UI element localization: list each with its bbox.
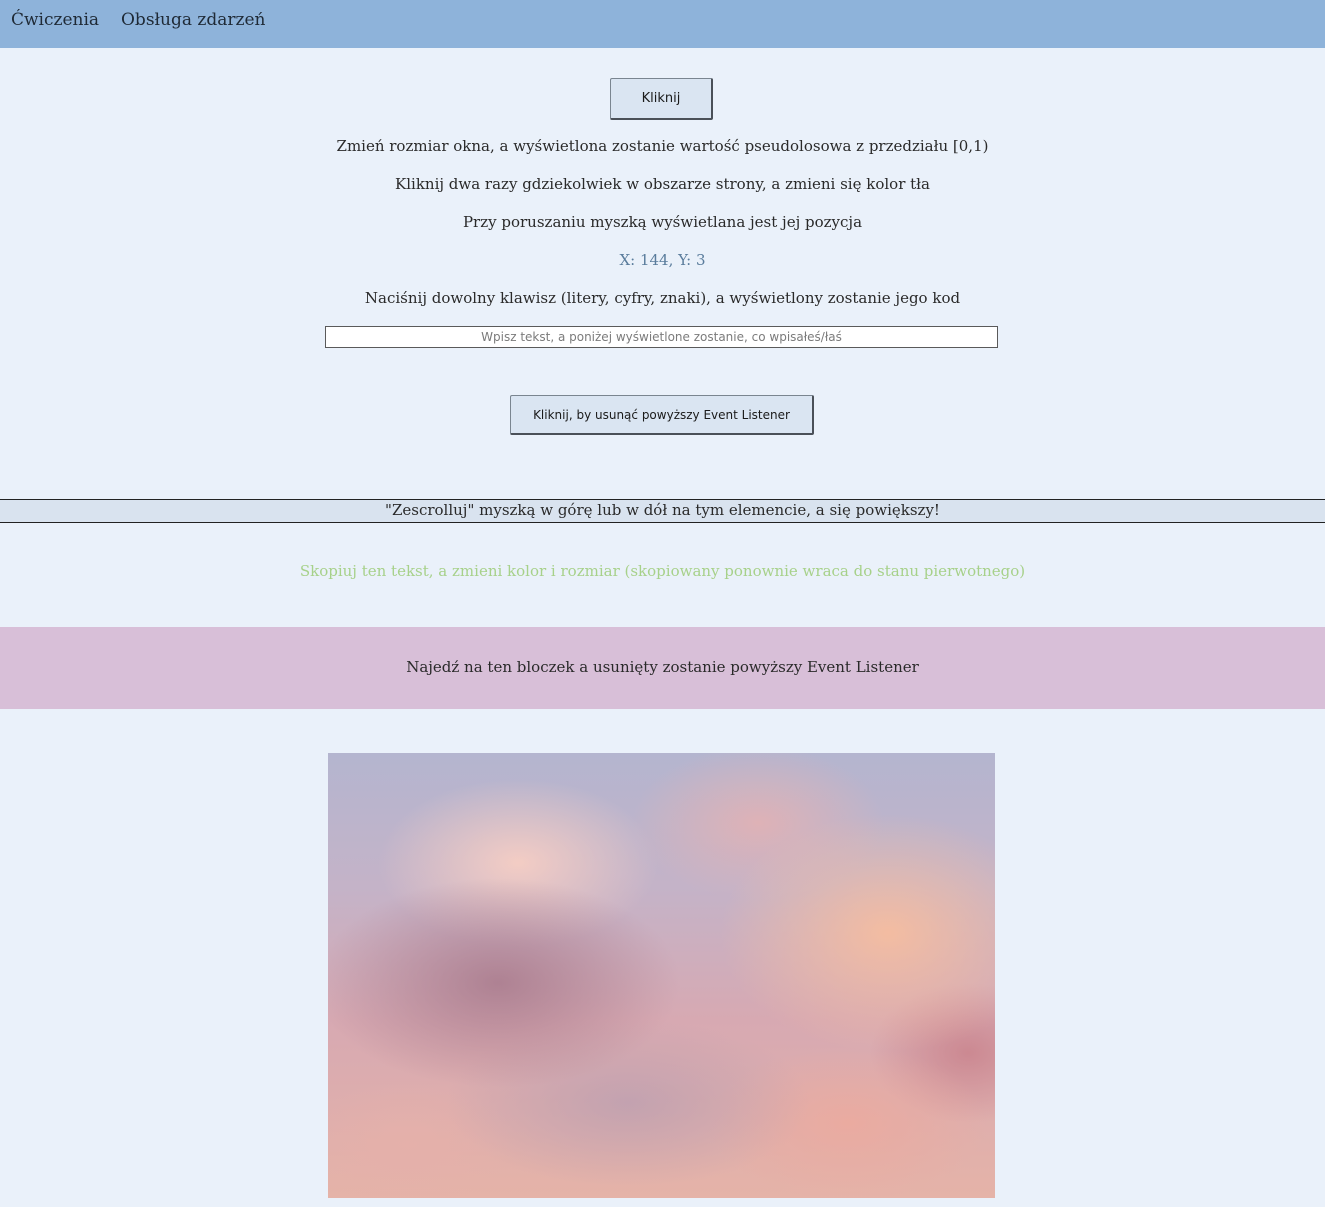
scroll-zoom-box[interactable]: "Zescrolluj" myszką w górę lub w dół na … <box>0 499 1325 523</box>
dblclick-info-text: Kliknij dwa razy gdziekolwiek w obszarze… <box>395 175 930 193</box>
mouse-position-readout: X: 144, Y: 3 <box>619 251 706 269</box>
mousemove-info-text: Przy poruszaniu myszką wyświetlana jest … <box>462 213 863 231</box>
remove-listener-button[interactable]: Kliknij, by usunąć powyższy Event Listen… <box>510 395 814 435</box>
keypress-info-text: Naciśnij dowolny klawisz (litery, cyfry,… <box>364 289 961 307</box>
copy-text[interactable]: Skopiuj ten tekst, a zmieni kolor i rozm… <box>0 562 1325 580</box>
click-button[interactable]: Kliknij <box>610 78 713 120</box>
navbar: Ćwiczenia Obsługa zdarzeń <box>0 0 1325 48</box>
text-input[interactable] <box>325 326 998 348</box>
clouds-image <box>328 753 995 1198</box>
hover-block[interactable]: Najedź na ten bloczek a usunięty zostani… <box>0 627 1325 709</box>
resize-info-text: Zmień rozmiar okna, a wyświetlona zostan… <box>336 137 989 155</box>
nav-link-cwiczenia[interactable]: Ćwiczenia <box>11 10 99 30</box>
nav-link-obsluga-zdarzen[interactable]: Obsługa zdarzeń <box>121 10 266 30</box>
